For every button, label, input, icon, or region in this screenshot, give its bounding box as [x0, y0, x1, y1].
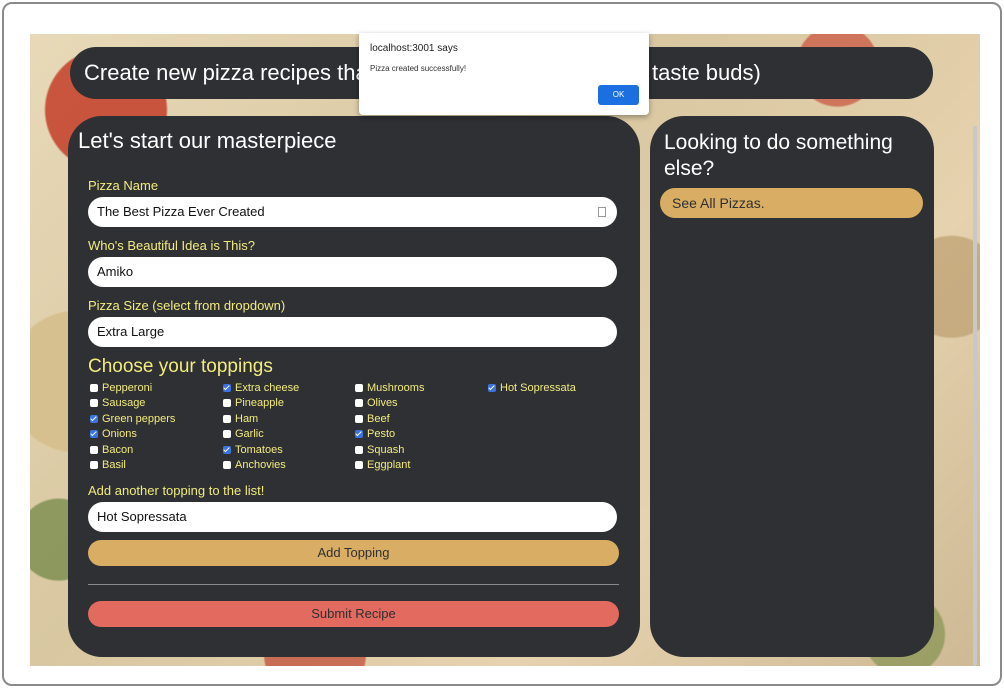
topping-eggplant[interactable]: Eggplant: [355, 458, 410, 472]
form-title: Let's start our masterpiece: [78, 128, 337, 153]
topping-hot-sopressata[interactable]: Hot Sopressata: [488, 381, 576, 395]
topping-label: Beef: [367, 413, 390, 425]
checkbox[interactable]: [355, 415, 363, 423]
topping-ham[interactable]: Ham: [223, 412, 258, 426]
topping-mushrooms[interactable]: Mushrooms: [355, 381, 424, 395]
topping-label: Hot Sopressata: [500, 382, 576, 394]
author-input[interactable]: Amiko: [88, 257, 617, 287]
size-select[interactable]: Extra Large: [88, 317, 617, 347]
topping-basil[interactable]: Basil: [90, 458, 126, 472]
author-label: Who's Beautiful Idea is This?: [88, 238, 255, 253]
checkbox[interactable]: [223, 430, 231, 438]
topping-pesto[interactable]: Pesto: [355, 427, 395, 441]
check-icon[interactable]: [223, 384, 231, 392]
topping-label: Ham: [235, 413, 259, 425]
submit-recipe-button[interactable]: Submit Recipe: [88, 601, 619, 627]
pizza-name-input[interactable]: The Best Pizza Ever Created: [88, 197, 617, 227]
topping-garlic[interactable]: Garlic: [223, 427, 264, 441]
sidebar-title: Looking to do something else?: [664, 131, 893, 180]
check-icon[interactable]: [355, 430, 363, 438]
topping-label: Onions: [102, 428, 137, 440]
checkbox[interactable]: [223, 415, 231, 423]
header-title-right: taste buds): [652, 60, 761, 85]
pizza-name-label: Pizza Name: [88, 178, 159, 193]
add-topping-value: Hot Sopressata: [97, 509, 187, 524]
checkbox[interactable]: [90, 461, 98, 469]
recipe-form-card: Let's start our masterpiece Pizza Name T…: [68, 116, 640, 657]
topping-label: Anchovies: [235, 459, 286, 471]
topping-anchovies[interactable]: Anchovies: [223, 458, 286, 472]
topping-label: Pepperoni: [102, 382, 153, 394]
check-icon[interactable]: [90, 430, 98, 438]
checkbox[interactable]: [355, 399, 363, 407]
topping-label: Mushrooms: [367, 382, 425, 394]
alert-message: Pizza created successfully!: [370, 64, 467, 73]
checkbox[interactable]: [355, 461, 363, 469]
topping-label: Sausage: [102, 397, 146, 409]
check-icon[interactable]: [488, 384, 496, 392]
header-title-left: Create new pizza recipes that: [84, 60, 374, 85]
toppings-title: Choose your toppings: [88, 356, 273, 377]
topping-label: Green peppers: [102, 413, 176, 425]
checkbox[interactable]: [223, 461, 231, 469]
check-icon[interactable]: [223, 446, 231, 454]
checkbox[interactable]: [90, 446, 98, 454]
alert-ok-button[interactable]: OK: [598, 85, 639, 105]
divider: [88, 584, 619, 585]
topping-label: Bacon: [102, 444, 134, 456]
add-topping-input[interactable]: Hot Sopressata: [88, 502, 617, 532]
size-label: Pizza Size (select from dropdown): [88, 298, 286, 313]
page-viewport: Create new pizza recipes that taste buds…: [30, 34, 980, 666]
topping-sausage[interactable]: Sausage: [90, 396, 145, 410]
topping-label: Garlic: [235, 428, 264, 440]
author-value: Amiko: [97, 264, 134, 279]
topping-onions[interactable]: Onions: [90, 427, 137, 441]
topping-label: Tomatoes: [235, 444, 283, 456]
topping-label: Basil: [102, 459, 126, 471]
topping-bacon[interactable]: Bacon: [90, 443, 133, 457]
add-topping-button[interactable]: Add Topping: [88, 540, 619, 566]
alert-origin: localhost:3001 says: [370, 43, 458, 54]
topping-olives[interactable]: Olives: [355, 396, 398, 410]
checkbox[interactable]: [355, 446, 363, 454]
alert-dialog: localhost:3001 says Pizza created succes…: [359, 33, 649, 115]
topping-pepperoni[interactable]: Pepperoni: [90, 381, 152, 395]
contact-card-icon[interactable]: [598, 207, 606, 217]
topping-label: Extra cheese: [235, 382, 300, 394]
topping-label: Squash: [367, 444, 405, 456]
checkbox[interactable]: [355, 384, 363, 392]
sidebar-card: Looking to do something else? See All Pi…: [650, 116, 934, 657]
topping-label: Olives: [367, 397, 398, 409]
size-value: Extra Large: [97, 324, 165, 339]
checkbox[interactable]: [223, 399, 231, 407]
scrollbar[interactable]: [973, 126, 977, 666]
add-topping-label: Add another topping to the list!: [88, 483, 265, 498]
see-all-pizzas-link[interactable]: See All Pizzas.: [660, 188, 923, 218]
topping-beef[interactable]: Beef: [355, 412, 390, 426]
checkbox[interactable]: [90, 384, 98, 392]
checkbox[interactable]: [90, 399, 98, 407]
topping-green-peppers[interactable]: Green peppers: [90, 412, 175, 426]
topping-label: Pesto: [367, 428, 396, 440]
topping-label: Eggplant: [367, 459, 411, 471]
topping-extra-cheese[interactable]: Extra cheese: [223, 381, 299, 395]
topping-label: Pineapple: [235, 397, 284, 409]
topping-tomatoes[interactable]: Tomatoes: [223, 443, 283, 457]
pizza-name-value: The Best Pizza Ever Created: [97, 204, 265, 219]
browser-frame: Create new pizza recipes that taste buds…: [2, 2, 1002, 686]
check-icon[interactable]: [90, 415, 98, 423]
topping-squash[interactable]: Squash: [355, 443, 404, 457]
topping-pineapple[interactable]: Pineapple: [223, 396, 284, 410]
